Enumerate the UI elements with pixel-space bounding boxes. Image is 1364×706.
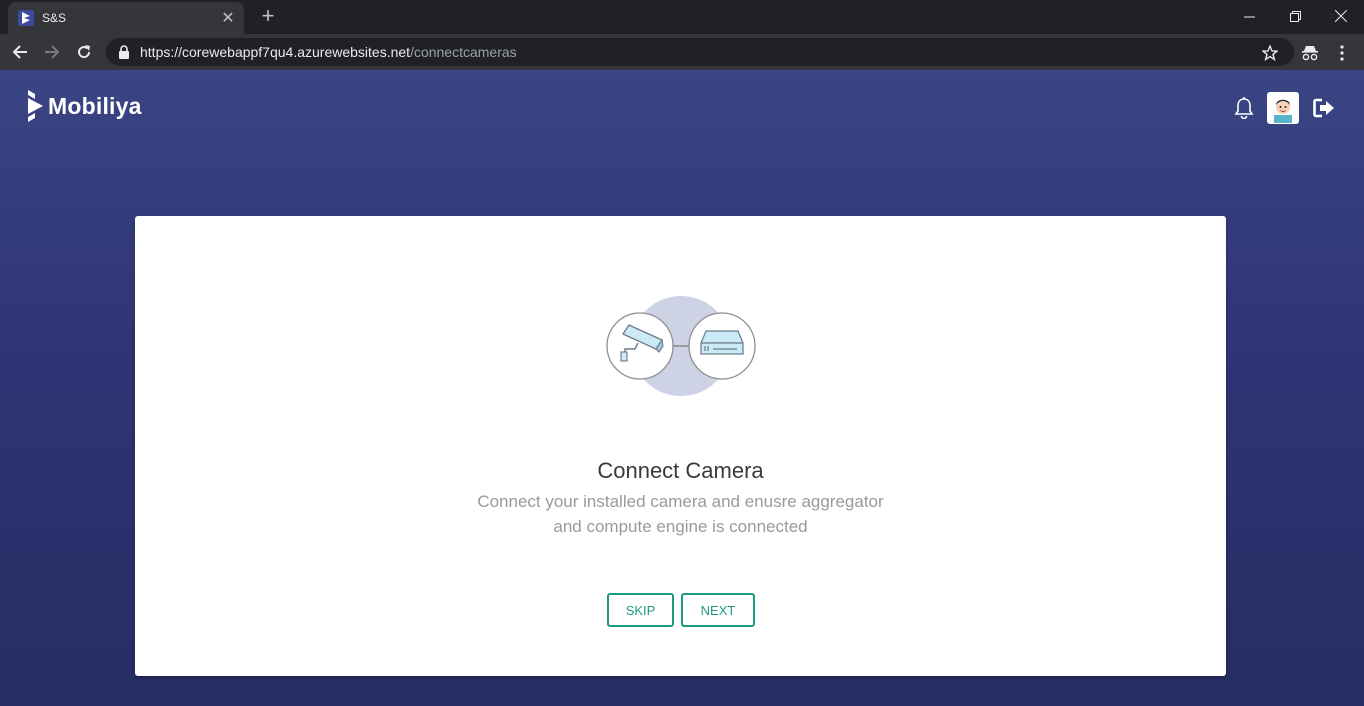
camera-aggregator-illustration [606, 296, 756, 396]
browser-tab[interactable]: S&S ✕ [8, 2, 244, 34]
close-window-icon[interactable] [1318, 0, 1364, 32]
url-text[interactable]: https://corewebappf7qu4.azurewebsites.ne… [140, 44, 517, 60]
new-tab-icon[interactable]: + [256, 5, 280, 29]
aggregator-device-icon [688, 312, 756, 380]
logo-mark-icon [28, 90, 43, 122]
camera-icon [606, 312, 674, 380]
close-tab-icon[interactable]: ✕ [218, 8, 238, 28]
forward-icon[interactable] [38, 38, 66, 66]
incognito-extension-icon[interactable] [1298, 41, 1322, 65]
connect-camera-card: Connect Camera Connect your installed ca… [135, 216, 1226, 676]
minimize-icon[interactable] [1226, 0, 1272, 32]
bookmark-star-icon[interactable] [1258, 41, 1282, 65]
card-description: Connect your installed camera and enusre… [135, 489, 1226, 539]
back-icon[interactable] [6, 38, 34, 66]
mobiliya-logo[interactable]: Mobiliya [26, 90, 142, 122]
page: Mobiliya Connect Camera Connect your ins… [0, 70, 1364, 706]
card-description-line-1: Connect your installed camera and enusre… [477, 492, 884, 511]
user-avatar[interactable] [1267, 92, 1299, 124]
browser-tabstrip: S&S ✕ + [0, 0, 1364, 34]
skip-button[interactable]: SKIP [607, 593, 674, 627]
favicon-icon [18, 10, 34, 26]
next-button[interactable]: NEXT [681, 593, 755, 627]
browser-menu-icon[interactable] [1332, 41, 1352, 65]
card-title: Connect Camera [597, 458, 764, 483]
reload-icon[interactable] [70, 38, 98, 66]
url-host: https://corewebappf7qu4.azurewebsites.ne… [140, 44, 411, 60]
logout-icon[interactable] [1312, 93, 1336, 123]
tab-title: S&S [42, 11, 67, 25]
logo-text: Mobiliya [48, 92, 142, 119]
lock-icon [118, 45, 130, 59]
notification-bell-icon[interactable] [1233, 93, 1255, 123]
url-path: /connectcameras [410, 44, 517, 60]
card-description-line-2: and compute engine is connected [553, 517, 808, 536]
restore-icon[interactable] [1272, 0, 1318, 32]
